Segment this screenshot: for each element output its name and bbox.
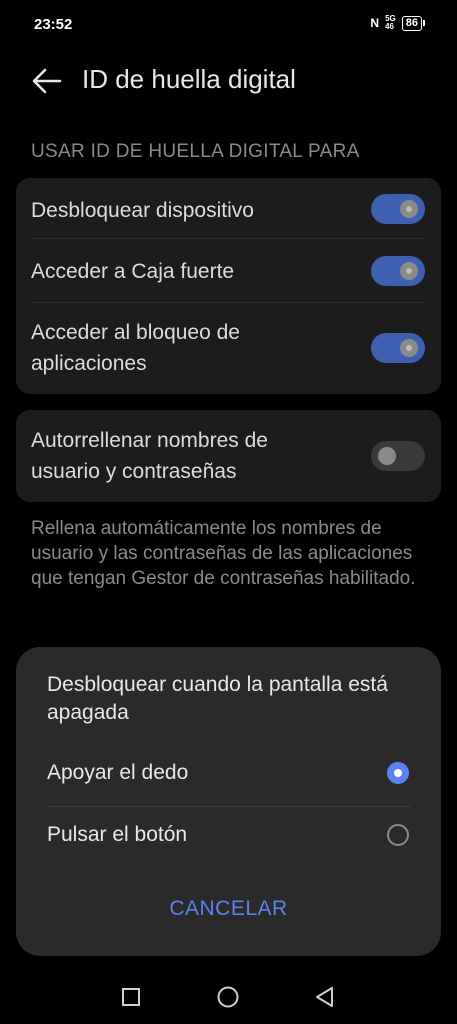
arrow-left-icon[interactable] [30, 64, 64, 98]
section-label: USAR ID DE HUELLA DIGITAL PARA [31, 141, 360, 162]
status-bar: 23:52 N 5G 46 86 [0, 0, 457, 50]
setting-row-app-lock[interactable]: Acceder al bloqueo de aplicaciones [31, 317, 331, 379]
back-triangle-icon[interactable] [312, 984, 338, 1010]
autofill-help-text: Rellena automáticamente los nombres de u… [31, 518, 416, 589]
toggle-knob [400, 200, 418, 218]
dialog-title: Desbloquear cuando la pantalla está apag… [47, 673, 388, 724]
toggle-knob [400, 339, 418, 357]
setting-label: Acceder a Caja fuerte [31, 259, 235, 283]
option-press-button[interactable]: Pulsar el botón [47, 808, 411, 868]
toggle-knob [378, 447, 396, 465]
battery-tip [423, 20, 425, 26]
signal-icon: 5G 46 [385, 15, 396, 31]
app-lock-toggle[interactable] [371, 333, 425, 363]
recents-square-icon[interactable] [118, 984, 144, 1010]
battery-level: 86 [401, 15, 422, 31]
app-header: ID de huella digital [0, 50, 457, 110]
option-label: Pulsar el botón [47, 823, 188, 846]
unlock-device-toggle[interactable] [371, 194, 425, 224]
status-time: 23:52 [34, 16, 73, 33]
setting-row-unlock-device[interactable]: Desbloquear dispositivo [31, 194, 426, 226]
page-title: ID de huella digital [82, 64, 296, 94]
unlock-screen-off-dialog: Desbloquear cuando la pantalla está apag… [16, 647, 441, 956]
autofill-toggle[interactable] [371, 441, 425, 471]
signal-bottom: 46 [385, 22, 394, 31]
home-circle-icon[interactable] [215, 984, 241, 1010]
divider [31, 238, 426, 239]
toggle-knob [400, 262, 418, 280]
divider [31, 302, 426, 303]
system-nav-bar [0, 970, 457, 1024]
option-label: Apoyar el dedo [47, 761, 189, 784]
vault-toggle[interactable] [371, 256, 425, 286]
setting-label: Acceder al bloqueo de aplicaciones [31, 321, 240, 375]
setting-label: Desbloquear dispositivo [31, 198, 254, 222]
cancel-button[interactable]: CANCELAR [16, 897, 441, 921]
battery-icon: 86 [401, 15, 425, 31]
divider [47, 806, 411, 807]
setting-label: Autorrellenar nombres de usuario y contr… [31, 429, 268, 483]
radio-unselected-icon[interactable] [387, 824, 409, 846]
radio-selected-icon[interactable] [387, 762, 409, 784]
option-touch-finger[interactable]: Apoyar el dedo [47, 746, 411, 806]
setting-row-autofill[interactable]: Autorrellenar nombres de usuario y contr… [31, 425, 341, 487]
autofill-card: Autorrellenar nombres de usuario y contr… [16, 410, 441, 502]
setting-row-vault[interactable]: Acceder a Caja fuerte [31, 255, 426, 287]
status-icons: N 5G 46 86 [370, 15, 425, 31]
fingerprint-uses-card: Desbloquear dispositivo Acceder a Caja f… [16, 178, 441, 394]
nfc-icon: N [370, 16, 380, 30]
